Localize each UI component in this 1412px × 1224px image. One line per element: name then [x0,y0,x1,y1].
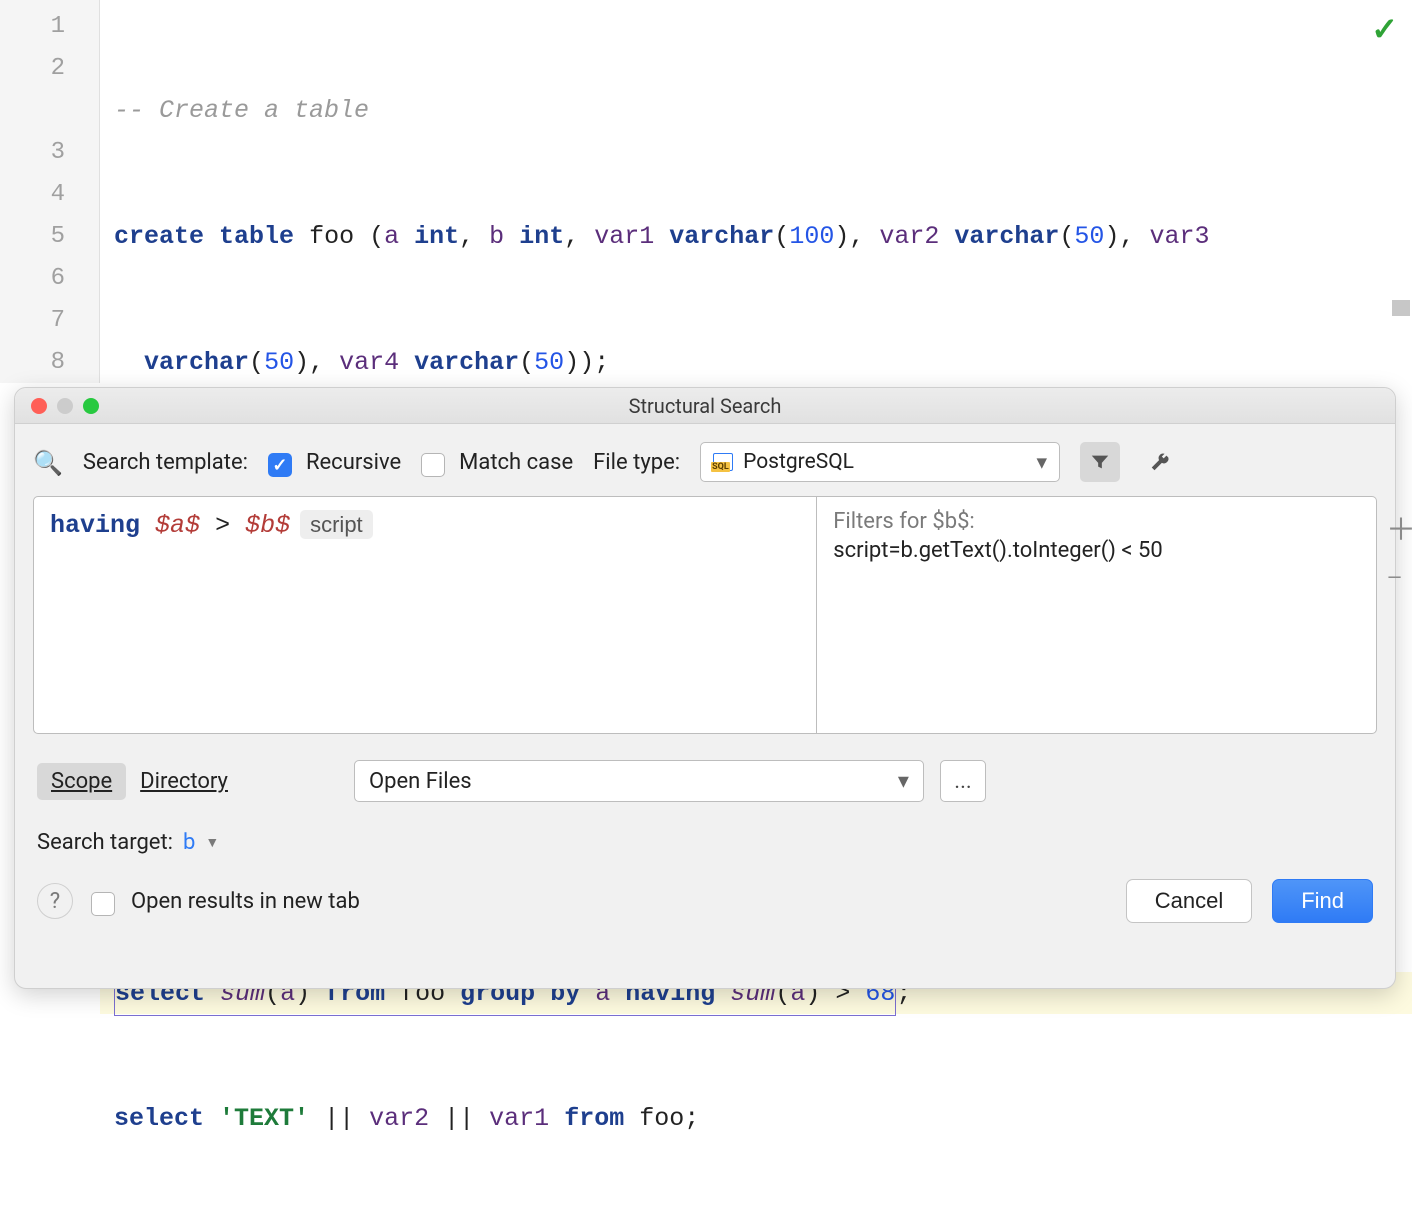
add-filter-icon[interactable]: ＋ [1386,505,1412,549]
template-var-b[interactable]: $b$ [245,511,290,540]
type: int [519,222,564,251]
dialog-title: Structural Search [15,394,1395,418]
type: varchar [954,222,1059,251]
num: 50 [264,348,294,377]
id: var2 [879,222,939,251]
kw: from [564,1104,624,1133]
type: varchar [669,222,774,251]
checkbox-icon[interactable] [421,453,445,477]
dialog-titlebar[interactable]: Structural Search [15,388,1395,424]
zoom-icon[interactable] [83,398,99,414]
scope-value: Open Files [369,769,472,794]
search-target-value[interactable]: b [183,830,195,855]
gutter: 1 2 3 4 5 6 7 8 [0,0,100,383]
dialog-toolbar: 🔍 Search template: Recursive Match case … [15,424,1395,496]
template-var-a[interactable]: $a$ [155,511,200,540]
directory-tab[interactable]: Directory [126,763,242,800]
filters-body: script=b.getText().toInteger() < 50 [817,538,1376,563]
kw: table [219,222,294,251]
chevron-down-icon[interactable]: ▼ [205,834,219,851]
scope-tab[interactable]: Scope [37,763,126,800]
match-case-label: Match case [459,450,573,475]
comment: -- Create a table [114,96,369,125]
recursive-label: Recursive [306,450,401,475]
search-target-label: Search target: [37,830,173,855]
kw: create [114,222,204,251]
line-number: 4 [0,174,99,216]
wrench-icon[interactable] [1140,442,1180,482]
recursive-checkbox[interactable]: Recursive [268,450,401,475]
gutter-mark[interactable] [1392,300,1410,316]
line-number: 3 [0,132,99,174]
id: var1 [489,1104,549,1133]
code-area[interactable]: -- Create a table create table foo (a in… [100,0,1412,383]
kw: select [114,1104,204,1133]
scope-ellipsis-button[interactable]: ... [940,760,986,802]
match-case-checkbox[interactable]: Match case [421,450,573,475]
file-type-value: PostgreSQL [743,450,1026,474]
id: var2 [369,1104,429,1133]
minimize-icon [57,398,73,414]
line-number-wrap [0,90,99,132]
line-number: 8 [0,342,99,384]
num: 100 [789,222,834,251]
remove-filter-icon[interactable]: − [1386,561,1412,596]
id: var4 [339,348,399,377]
code-editor[interactable]: 1 2 3 4 5 6 7 8 -- Create a table create… [0,0,1412,383]
checkbox-icon[interactable] [268,453,292,477]
editor-marker-strip: ✓ [1382,0,1412,383]
open-results-checkbox[interactable]: Open results in new tab [91,889,360,914]
id: var1 [594,222,654,251]
line-number: 7 [0,300,99,342]
num: 50 [534,348,564,377]
help-icon[interactable]: ? [37,883,73,919]
file-type-select[interactable]: PostgreSQL ▾ [700,442,1060,482]
sql-file-icon [713,453,733,471]
line-number: 2 [0,48,99,90]
open-results-label: Open results in new tab [131,889,360,914]
id: foo [639,1104,684,1133]
close-icon[interactable] [31,398,47,414]
chevron-down-icon: ▾ [898,769,909,794]
type: varchar [414,348,519,377]
file-type-label: File type: [593,450,680,475]
filter-icon[interactable] [1080,442,1120,482]
filters-header: Filters for $b$: [817,497,1376,538]
cancel-button[interactable]: Cancel [1126,879,1252,923]
num: 50 [1074,222,1104,251]
id: a [384,222,399,251]
checkbox-icon[interactable] [91,892,115,916]
scope-select[interactable]: Open Files ▾ [354,760,924,802]
search-icon[interactable]: 🔍 [33,449,63,477]
scope-segmented[interactable]: Scope Directory [37,763,242,800]
id: var3 [1149,222,1209,251]
structural-search-dialog: Structural Search 🔍 Search template: Rec… [14,387,1396,989]
line-number: 6 [0,258,99,300]
type: varchar [144,348,249,377]
line-number: 5 [0,216,99,258]
filters-panel[interactable]: Filters for $b$: script=b.getText().toIn… [817,496,1377,734]
id: foo [309,222,354,251]
string: 'TEXT' [219,1104,309,1133]
find-button[interactable]: Find [1272,879,1373,923]
checkmark-icon: ✓ [1371,10,1398,48]
search-template-label: Search template: [83,450,248,475]
type: int [414,222,459,251]
script-tag[interactable]: script [300,510,373,539]
chevron-down-icon: ▾ [1037,450,1048,475]
line-number: 1 [0,6,99,48]
template-editor[interactable]: having $a$ > $b$ script [33,496,817,734]
id: b [489,222,504,251]
op: > [215,511,230,540]
kw: having [50,511,140,540]
